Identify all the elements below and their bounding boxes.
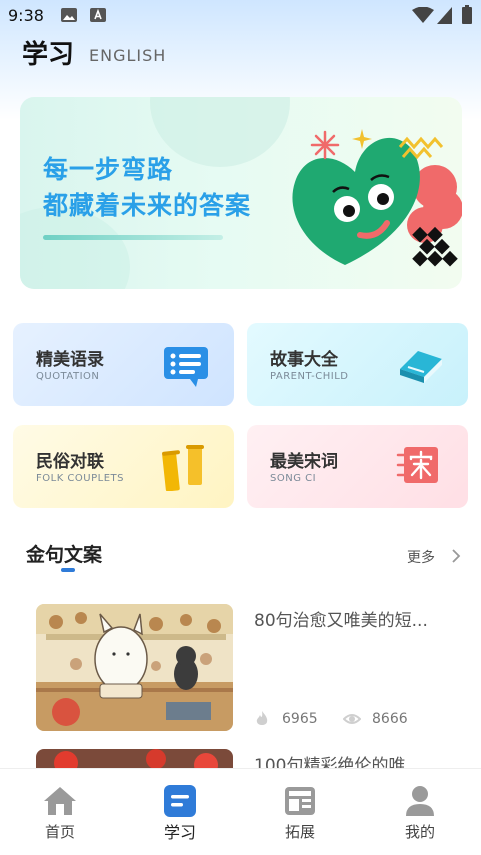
battery-icon xyxy=(462,5,472,24)
category-subtitle: PARENT-CHILD xyxy=(270,371,349,382)
tab-label: 我的 xyxy=(404,823,435,841)
home-icon xyxy=(44,787,76,815)
chevron-right-icon[interactable] xyxy=(450,548,462,564)
page-subtitle: ENGLISH xyxy=(89,46,167,65)
banner-headline: 每一步弯路 xyxy=(43,155,174,184)
section-title-indicator xyxy=(61,568,75,572)
study-icon xyxy=(164,785,196,817)
tab-label: 拓展 xyxy=(284,823,315,841)
tab-study[interactable]: 学习 xyxy=(120,769,240,855)
like-count: 6965 xyxy=(282,711,318,727)
eye-icon xyxy=(343,714,361,724)
article-thumbnail xyxy=(36,749,233,769)
category-card-quotation[interactable]: 精美语录 QUOTATION xyxy=(13,323,234,406)
couplet-scroll-icon xyxy=(162,445,204,491)
article-title: 80句治愈又唯美的短... xyxy=(254,611,428,631)
page-title: 学习 xyxy=(22,40,75,70)
category-subtitle: SONG CI xyxy=(270,473,317,484)
banner-decor-bar xyxy=(43,235,223,240)
signal-icon xyxy=(437,7,452,24)
category-title: 故事大全 xyxy=(270,350,338,370)
section-title: 金句文案 xyxy=(26,544,103,566)
song-stamp-icon xyxy=(396,447,438,483)
article-title: 100句精彩绝伦的唯... xyxy=(254,756,422,769)
category-card-songci[interactable]: 最美宋词 SONG CI xyxy=(247,425,468,508)
article-thumbnail xyxy=(36,604,233,731)
tab-label: 首页 xyxy=(44,823,75,841)
promo-banner[interactable]: 每一步弯路 都藏着未来的答案 xyxy=(20,97,462,289)
tab-home[interactable]: 首页 xyxy=(0,769,120,855)
more-link[interactable]: 更多 xyxy=(407,547,435,567)
mascot-illustration xyxy=(292,129,462,267)
flame-icon xyxy=(256,711,268,725)
expand-icon xyxy=(285,787,315,815)
wifi-icon xyxy=(412,7,434,23)
quote-list-icon xyxy=(164,347,208,387)
book-icon xyxy=(400,351,442,383)
bottom-tab-bar: 首页 学习 拓展 我的 xyxy=(0,768,481,855)
category-title: 精美语录 xyxy=(36,350,104,370)
category-subtitle: QUOTATION xyxy=(36,371,100,382)
article-item[interactable]: 80句治愈又唯美的短... 6965 8666 xyxy=(36,604,456,731)
category-title: 最美宋词 xyxy=(270,452,338,472)
view-count: 8666 xyxy=(372,711,408,727)
profile-icon xyxy=(406,786,434,816)
text-notification-icon xyxy=(90,8,106,22)
image-notification-icon xyxy=(61,8,77,22)
status-time: 9:38 xyxy=(8,6,44,25)
article-item[interactable]: 100句精彩绝伦的唯... xyxy=(36,749,456,769)
banner-headline-2: 都藏着未来的答案 xyxy=(43,191,252,220)
tab-profile[interactable]: 我的 xyxy=(360,769,480,855)
category-card-stories[interactable]: 故事大全 PARENT-CHILD xyxy=(247,323,468,406)
tab-label: 学习 xyxy=(163,823,196,842)
tab-expand[interactable]: 拓展 xyxy=(240,769,360,855)
category-card-couplets[interactable]: 民俗对联 FOLK COUPLETS xyxy=(13,425,234,508)
status-bar: 9:38 xyxy=(0,0,481,32)
category-title: 民俗对联 xyxy=(36,452,104,472)
category-subtitle: FOLK COUPLETS xyxy=(36,473,124,484)
